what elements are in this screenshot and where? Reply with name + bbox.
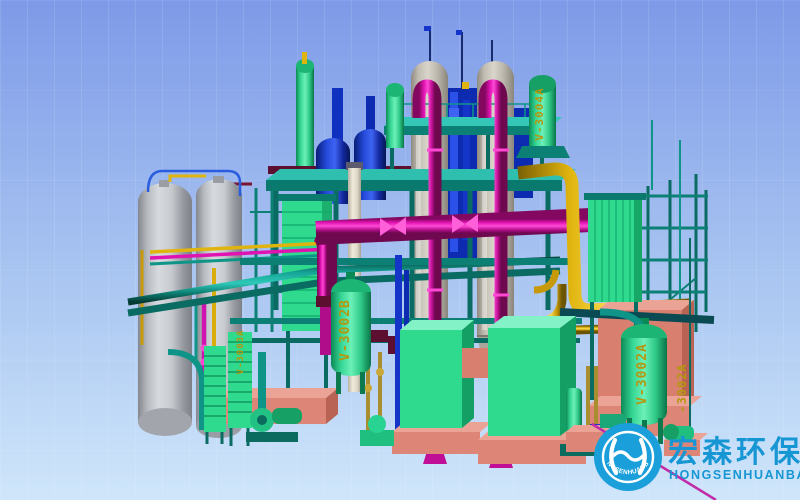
label-v3002b: V-3002B — [338, 299, 353, 361]
label-v3002a: V-3002A — [635, 343, 650, 405]
label-leader-3002a: -3002A — [675, 363, 689, 412]
cad-viewport: V-3004A — [0, 0, 800, 500]
green-column-tall-left — [296, 52, 314, 166]
plant-3d-scene: V-3004A — [0, 0, 800, 500]
plate-stack-front-1 — [204, 346, 226, 444]
label-v3004a: V-3004A — [533, 87, 546, 140]
label-v3003a: V-3003A — [236, 330, 246, 375]
logo-name-en: HONGSENHUANBAO — [669, 468, 800, 482]
foundation-mid-small — [462, 348, 490, 378]
logo-name-zh: 宏森环保 — [668, 435, 800, 470]
green-cylinder-small — [386, 83, 404, 148]
